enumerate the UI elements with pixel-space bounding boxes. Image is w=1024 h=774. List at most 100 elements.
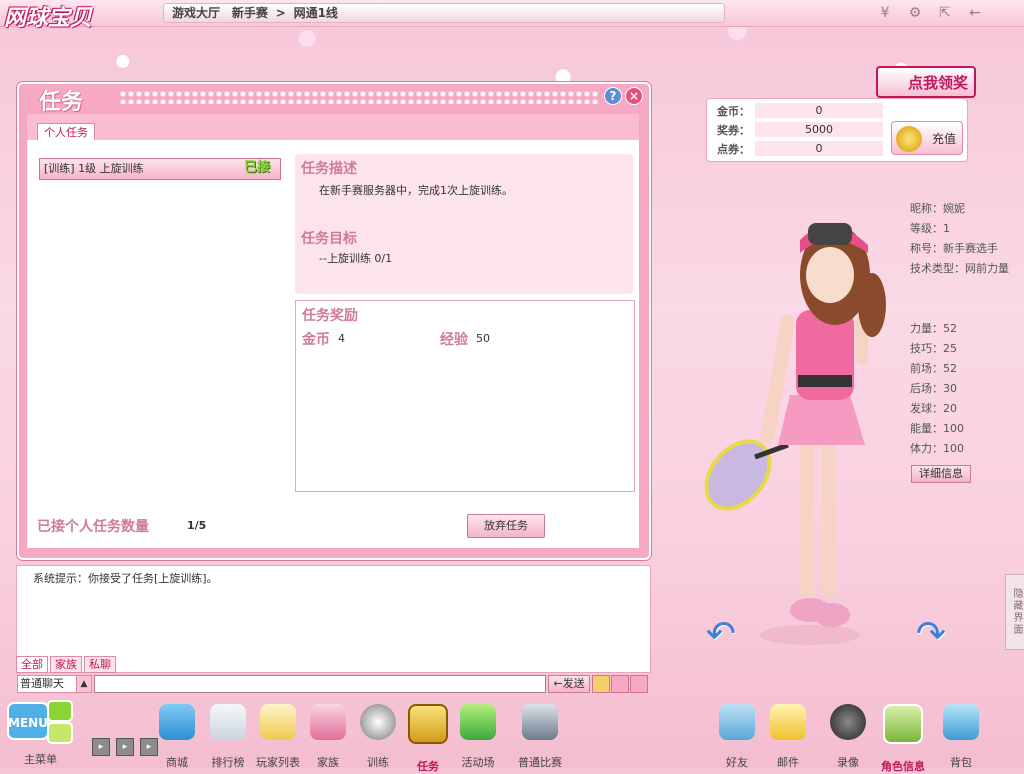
task-list-item-text: [训练] 1级 上旋训练 bbox=[44, 162, 144, 175]
gold-label: 金币： bbox=[717, 105, 750, 118]
stopwatch-icon bbox=[360, 704, 396, 740]
reward-coin-label: 金币 bbox=[302, 332, 330, 348]
hide-ui-button[interactable]: 隐藏界面 bbox=[1005, 574, 1024, 650]
chat-tab-all[interactable]: 全部 bbox=[16, 656, 48, 673]
nav-mail[interactable]: 邮件 bbox=[765, 704, 811, 770]
reward-exp-value: 50 bbox=[476, 332, 490, 345]
claim-reward-button[interactable]: 点我领奖 bbox=[876, 66, 976, 98]
small-nav-button-1[interactable]: ▸ bbox=[92, 738, 110, 756]
gamepad-icon bbox=[522, 704, 558, 740]
reward-heading: 任务奖励 bbox=[302, 308, 358, 324]
nav-backpack[interactable]: 背包 bbox=[938, 704, 984, 770]
char-power: 力量：52 bbox=[910, 322, 957, 335]
goal-text: --上旋训练 0/1 bbox=[319, 252, 393, 265]
main-menu-label: 主菜单 bbox=[24, 753, 57, 766]
chat-tab-family[interactable]: 家族 bbox=[50, 656, 82, 673]
nav-training[interactable]: 训练 bbox=[355, 704, 401, 770]
task-book-icon bbox=[408, 704, 448, 744]
accepted-count-value: 1/5 bbox=[187, 519, 207, 532]
task-window-title: 任务 bbox=[39, 90, 84, 115]
ticket-value: 5000 bbox=[755, 122, 883, 137]
nav-task[interactable]: 任务 bbox=[405, 704, 451, 774]
character-avatar bbox=[704, 223, 886, 645]
reward-exp-label: 经验 bbox=[440, 332, 468, 348]
recharge-button[interactable]: 充值 bbox=[891, 121, 963, 155]
accepted-count-label: 已接个人任务数量 bbox=[37, 519, 149, 535]
task-description-panel: 任务描述 在新手赛服务器中，完成1次上旋训练。 任务目标 --上旋训练 0/1 bbox=[295, 154, 633, 294]
rotate-left-icon[interactable]: ↶ bbox=[702, 616, 740, 654]
breadcrumb-server: 网通1线 bbox=[293, 6, 338, 20]
share-icon[interactable]: ⇱ bbox=[936, 4, 954, 22]
currency-panel: 金币： 0 奖券： 5000 点券： 0 充值 bbox=[706, 98, 968, 162]
small-nav-button-2[interactable]: ▸ bbox=[116, 738, 134, 756]
nav-task-label: 任务 bbox=[417, 760, 439, 773]
char-info-icon bbox=[883, 704, 923, 744]
friends-icon bbox=[719, 704, 755, 740]
nav-player-list[interactable]: 玩家列表 bbox=[255, 704, 301, 770]
coin-stack-icon bbox=[896, 126, 922, 152]
char-nickname: 昵称：婉妮 bbox=[910, 202, 965, 215]
breadcrumb-mode[interactable]: 新手赛 bbox=[232, 6, 268, 20]
help-button[interactable]: ? bbox=[604, 87, 622, 105]
nav-event[interactable]: 活动场 bbox=[455, 704, 501, 770]
accepted-badge: 已接 bbox=[243, 160, 270, 175]
title-decoration bbox=[119, 90, 599, 104]
char-serve: 发球：20 bbox=[910, 402, 957, 415]
ticket-label: 奖券： bbox=[717, 124, 750, 137]
main-menu-button[interactable]: MENU bbox=[6, 697, 76, 747]
char-skill-type: 技术类型：网前力量 bbox=[910, 262, 1009, 275]
breadcrumb-hall[interactable]: 游戏大厅 bbox=[172, 6, 220, 20]
svg-text:MENU: MENU bbox=[8, 716, 48, 730]
chat-tab-private[interactable]: 私聊 bbox=[84, 656, 116, 673]
shopping-bag-icon bbox=[159, 704, 195, 740]
nav-replay[interactable]: 录像 bbox=[825, 704, 871, 770]
char-technique: 技巧：25 bbox=[910, 342, 957, 355]
player-list-icon bbox=[260, 704, 296, 740]
char-forehand: 前场：52 bbox=[910, 362, 957, 375]
top-icons: ¥ ⚙ ⇱ ← bbox=[876, 4, 984, 22]
detail-info-button[interactable]: 详细信息 bbox=[911, 465, 971, 483]
abandon-task-button[interactable]: 放弃任务 bbox=[467, 514, 545, 538]
char-stamina: 体力：100 bbox=[910, 442, 964, 455]
task-reward-panel: 任务奖励 金币 4 经验 50 bbox=[295, 300, 635, 492]
gear-icon[interactable]: ⚙ bbox=[906, 4, 924, 22]
house-icon bbox=[310, 704, 346, 740]
nav-char-info-label: 角色信息 bbox=[881, 760, 925, 773]
char-level: 等级：1 bbox=[910, 222, 950, 235]
desc-heading: 任务描述 bbox=[301, 161, 357, 177]
close-button[interactable]: × bbox=[625, 87, 643, 105]
task-window: 任务 ? × 个人任务 [训练] 1级 上旋训练 已接 任务描述 在新手赛服务器… bbox=[17, 82, 651, 560]
breadcrumb: 游戏大厅 新手赛 > 网通1线 bbox=[163, 3, 725, 23]
desc-text: 在新手赛服务器中，完成1次上旋训练。 bbox=[319, 184, 513, 197]
char-backhand: 后场：30 bbox=[910, 382, 957, 395]
game-logo: 网球宝贝 bbox=[4, 5, 93, 31]
points-label: 点券： bbox=[717, 143, 750, 156]
menu-icon: MENU bbox=[7, 700, 73, 744]
points-value: 0 bbox=[755, 141, 883, 156]
backpack-icon bbox=[943, 704, 979, 740]
nav-shop[interactable]: 商城 bbox=[154, 704, 200, 770]
breadcrumb-sep: > bbox=[275, 6, 286, 20]
gold-value: 0 bbox=[755, 103, 883, 118]
nav-friends[interactable]: 好友 bbox=[714, 704, 760, 770]
ranking-icon bbox=[210, 704, 246, 740]
goal-heading: 任务目标 bbox=[301, 231, 357, 247]
nav-normal-match[interactable]: 普通比赛 bbox=[517, 704, 563, 770]
chat-message: 系统提示：你接受了任务[上旋训练]。 bbox=[33, 572, 218, 585]
nav-ranking[interactable]: 排行榜 bbox=[205, 704, 251, 770]
envelope-icon bbox=[770, 704, 806, 740]
nav-family[interactable]: 家族 bbox=[305, 704, 351, 770]
recharge-label: 充值 bbox=[931, 132, 956, 146]
chat-tabs: 全部 家族 私聊 bbox=[16, 656, 116, 673]
reward-coin-value: 4 bbox=[338, 332, 345, 345]
court-icon bbox=[460, 704, 496, 740]
back-arrow-icon[interactable]: ← bbox=[966, 4, 984, 22]
film-reel-icon bbox=[830, 704, 866, 740]
char-title: 称号：新手赛选手 bbox=[910, 242, 998, 255]
rotate-right-icon[interactable]: ↷ bbox=[912, 616, 950, 654]
nav-char-info[interactable]: 角色信息 bbox=[880, 704, 926, 774]
tab-strip: 个人任务 bbox=[27, 114, 639, 142]
task-list-item[interactable]: [训练] 1级 上旋训练 已接 bbox=[39, 158, 281, 180]
char-energy: 能量：100 bbox=[910, 422, 964, 435]
yen-icon[interactable]: ¥ bbox=[876, 4, 894, 22]
